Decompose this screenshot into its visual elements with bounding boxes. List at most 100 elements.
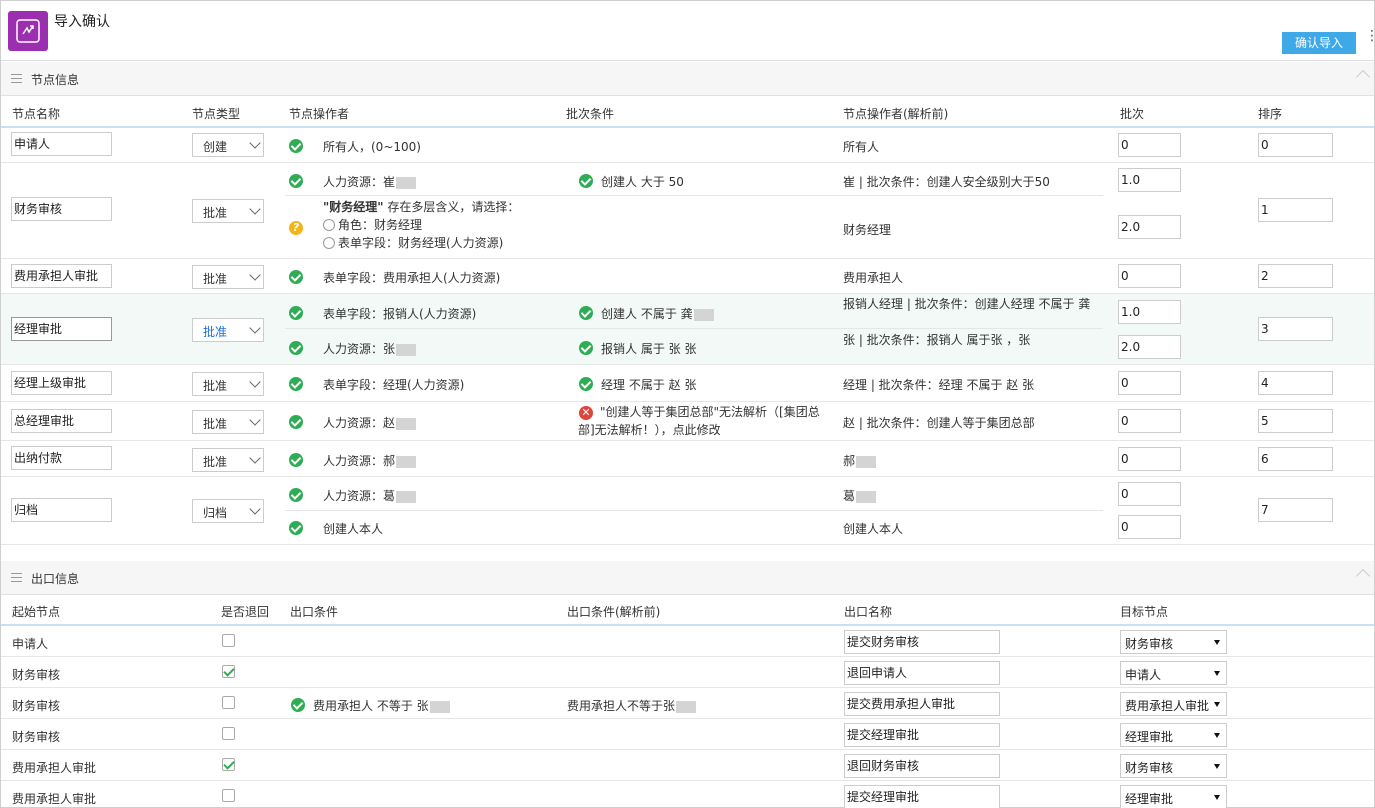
order-input[interactable]: 0 (1258, 133, 1333, 157)
batch-condition-error-link[interactable]: "创建人等于集团总部"无法解析（[集团总部]无法解析！），点此修改 (578, 403, 828, 439)
dropdown-arrow-icon (1214, 640, 1220, 645)
node-name-input[interactable]: 归档 (11, 498, 112, 522)
node-type-select[interactable]: 批准 (192, 410, 264, 434)
node-name-input[interactable]: 费用承担人审批 (11, 264, 112, 288)
exit-table-header: 起始节点 是否退回 出口条件 出口条件(解析前) 出口名称 目标节点 (1, 595, 1374, 626)
exit-info-section-header[interactable]: 出口信息 (1, 561, 1374, 595)
dropdown-arrow-icon (1214, 733, 1220, 738)
batch-input[interactable]: 2.0 (1118, 335, 1181, 359)
exit-name-input[interactable]: 提交费用承担人审批 (844, 692, 1000, 716)
dropdown-arrow-icon (1214, 795, 1220, 800)
order-input[interactable]: 4 (1258, 371, 1333, 395)
return-checkbox[interactable] (222, 634, 235, 647)
col-exit-condition-before: 出口条件(解析前) (567, 605, 661, 619)
order-input[interactable]: 1 (1258, 198, 1333, 222)
target-node-select[interactable]: 财务审核 (1120, 630, 1227, 654)
batch-input[interactable]: 0 (1118, 482, 1181, 506)
return-checkbox[interactable] (222, 696, 235, 709)
redacted-mask (676, 700, 697, 713)
batch-input[interactable]: 0 (1118, 409, 1181, 433)
batch-input[interactable]: 1.0 (1118, 168, 1181, 192)
node-name-input[interactable]: 经理上级审批 (11, 371, 112, 395)
order-input[interactable]: 7 (1258, 498, 1333, 522)
node-name-input[interactable]: 财务审核 (11, 197, 112, 221)
node-type-select[interactable]: 批准 (192, 199, 264, 223)
node-name-input[interactable]: 出纳付款 (11, 446, 112, 470)
batch-input[interactable]: 1.0 (1118, 300, 1181, 324)
node-type-select[interactable]: 创建 (192, 133, 264, 157)
order-input[interactable]: 6 (1258, 447, 1333, 471)
return-checkbox[interactable] (222, 789, 235, 802)
node-name-input[interactable]: 经理审批 (11, 317, 112, 341)
batch-input[interactable]: 0 (1118, 371, 1181, 395)
operator-before-text: 经理 | 批次条件：经理 不属于 赵 张 (843, 378, 1035, 392)
batch-input[interactable]: 0 (1118, 264, 1181, 288)
operator-text: 表单字段：经理(人力资源) (323, 378, 465, 392)
sub-row-divider (285, 328, 1103, 329)
target-node-select[interactable]: 申请人 (1120, 661, 1227, 685)
col-start-node: 起始节点 (12, 605, 61, 619)
exit-name-input[interactable]: 退回财务审核 (844, 754, 1000, 778)
return-checkbox[interactable] (222, 665, 235, 678)
radio-button[interactable] (323, 219, 335, 231)
check-icon (579, 306, 593, 320)
col-batch-condition: 批次条件 (566, 107, 615, 121)
confirm-import-button[interactable]: 确认导入 (1282, 32, 1356, 54)
dropdown-arrow-icon (1214, 764, 1220, 769)
redacted-mask (396, 417, 417, 430)
operator-text: 创建人本人 (323, 522, 384, 536)
chevron-down-icon (249, 452, 261, 464)
form-field-option[interactable]: 表单字段：财务经理(人力资源) (323, 234, 519, 252)
col-order: 排序 (1258, 107, 1283, 121)
exit-row: 财务审核 提交经理审批 经理审批 (1, 719, 1374, 750)
node-type-select[interactable]: 批准 (192, 265, 264, 289)
start-node-text: 申请人 (12, 637, 49, 651)
start-node-text: 财务审核 (12, 699, 61, 713)
check-icon (579, 341, 593, 355)
node-type-select[interactable]: 归档 (192, 499, 264, 523)
order-input[interactable]: 3 (1258, 317, 1333, 341)
node-name-input[interactable]: 总经理审批 (11, 409, 112, 433)
exit-name-input[interactable]: 提交经理审批 (844, 785, 1000, 808)
check-icon (289, 521, 303, 535)
batch-input[interactable]: 2.0 (1118, 215, 1181, 239)
start-node-text: 费用承担人审批 (12, 792, 97, 806)
exit-condition-text: 费用承担人 不等于 张 (313, 697, 451, 714)
return-checkbox[interactable] (222, 758, 235, 771)
operator-text: 人力资源：郝 (323, 452, 417, 469)
operator-before-text: 所有人 (843, 140, 880, 154)
node-name-input[interactable]: 申请人 (11, 132, 112, 156)
chevron-down-icon (249, 203, 261, 215)
exit-info-title: 出口信息 (31, 572, 80, 586)
batch-input[interactable]: 0 (1118, 133, 1181, 157)
order-input[interactable]: 5 (1258, 409, 1333, 433)
batch-input[interactable]: 0 (1118, 447, 1181, 471)
exit-name-input[interactable]: 退回申请人 (844, 661, 1000, 685)
sub-row-divider (285, 510, 1103, 511)
order-input[interactable]: 2 (1258, 264, 1333, 288)
operator-before-text: 郝 (843, 452, 877, 469)
node-type-select[interactable]: 批准 (192, 448, 264, 472)
redacted-mask (693, 308, 714, 321)
exit-name-input[interactable]: 提交财务审核 (844, 630, 1000, 654)
page-header: 导入确认 确认导入 ⋮ (1, 1, 1375, 61)
node-info-section-header[interactable]: 节点信息 (1, 62, 1374, 96)
collapse-chevron-icon[interactable] (1355, 568, 1371, 584)
target-node-select[interactable]: 经理审批 (1120, 785, 1227, 808)
node-type-select[interactable]: 批准 (192, 372, 264, 396)
node-row: 财务审核 批准 人力资源：崔 创建人 大于 50 崔 | 批次条件：创建人安全级… (1, 163, 1374, 259)
target-node-select[interactable]: 经理审批 (1120, 723, 1227, 747)
radio-button[interactable] (323, 237, 335, 249)
role-option[interactable]: 角色：财务经理 (323, 216, 519, 234)
exit-name-input[interactable]: 提交经理审批 (844, 723, 1000, 747)
target-node-select[interactable]: 费用承担人审批 (1120, 692, 1227, 716)
redacted-mask (396, 343, 417, 356)
node-type-select[interactable]: 批准 (192, 318, 264, 342)
import-app-icon (8, 11, 48, 51)
target-node-select[interactable]: 财务审核 (1120, 754, 1227, 778)
operator-text: 人力资源：赵 (323, 414, 417, 431)
batch-input[interactable]: 0 (1118, 515, 1181, 539)
more-menu-icon[interactable]: ⋮ (1365, 29, 1375, 53)
collapse-chevron-icon[interactable] (1355, 69, 1371, 85)
return-checkbox[interactable] (222, 727, 235, 740)
